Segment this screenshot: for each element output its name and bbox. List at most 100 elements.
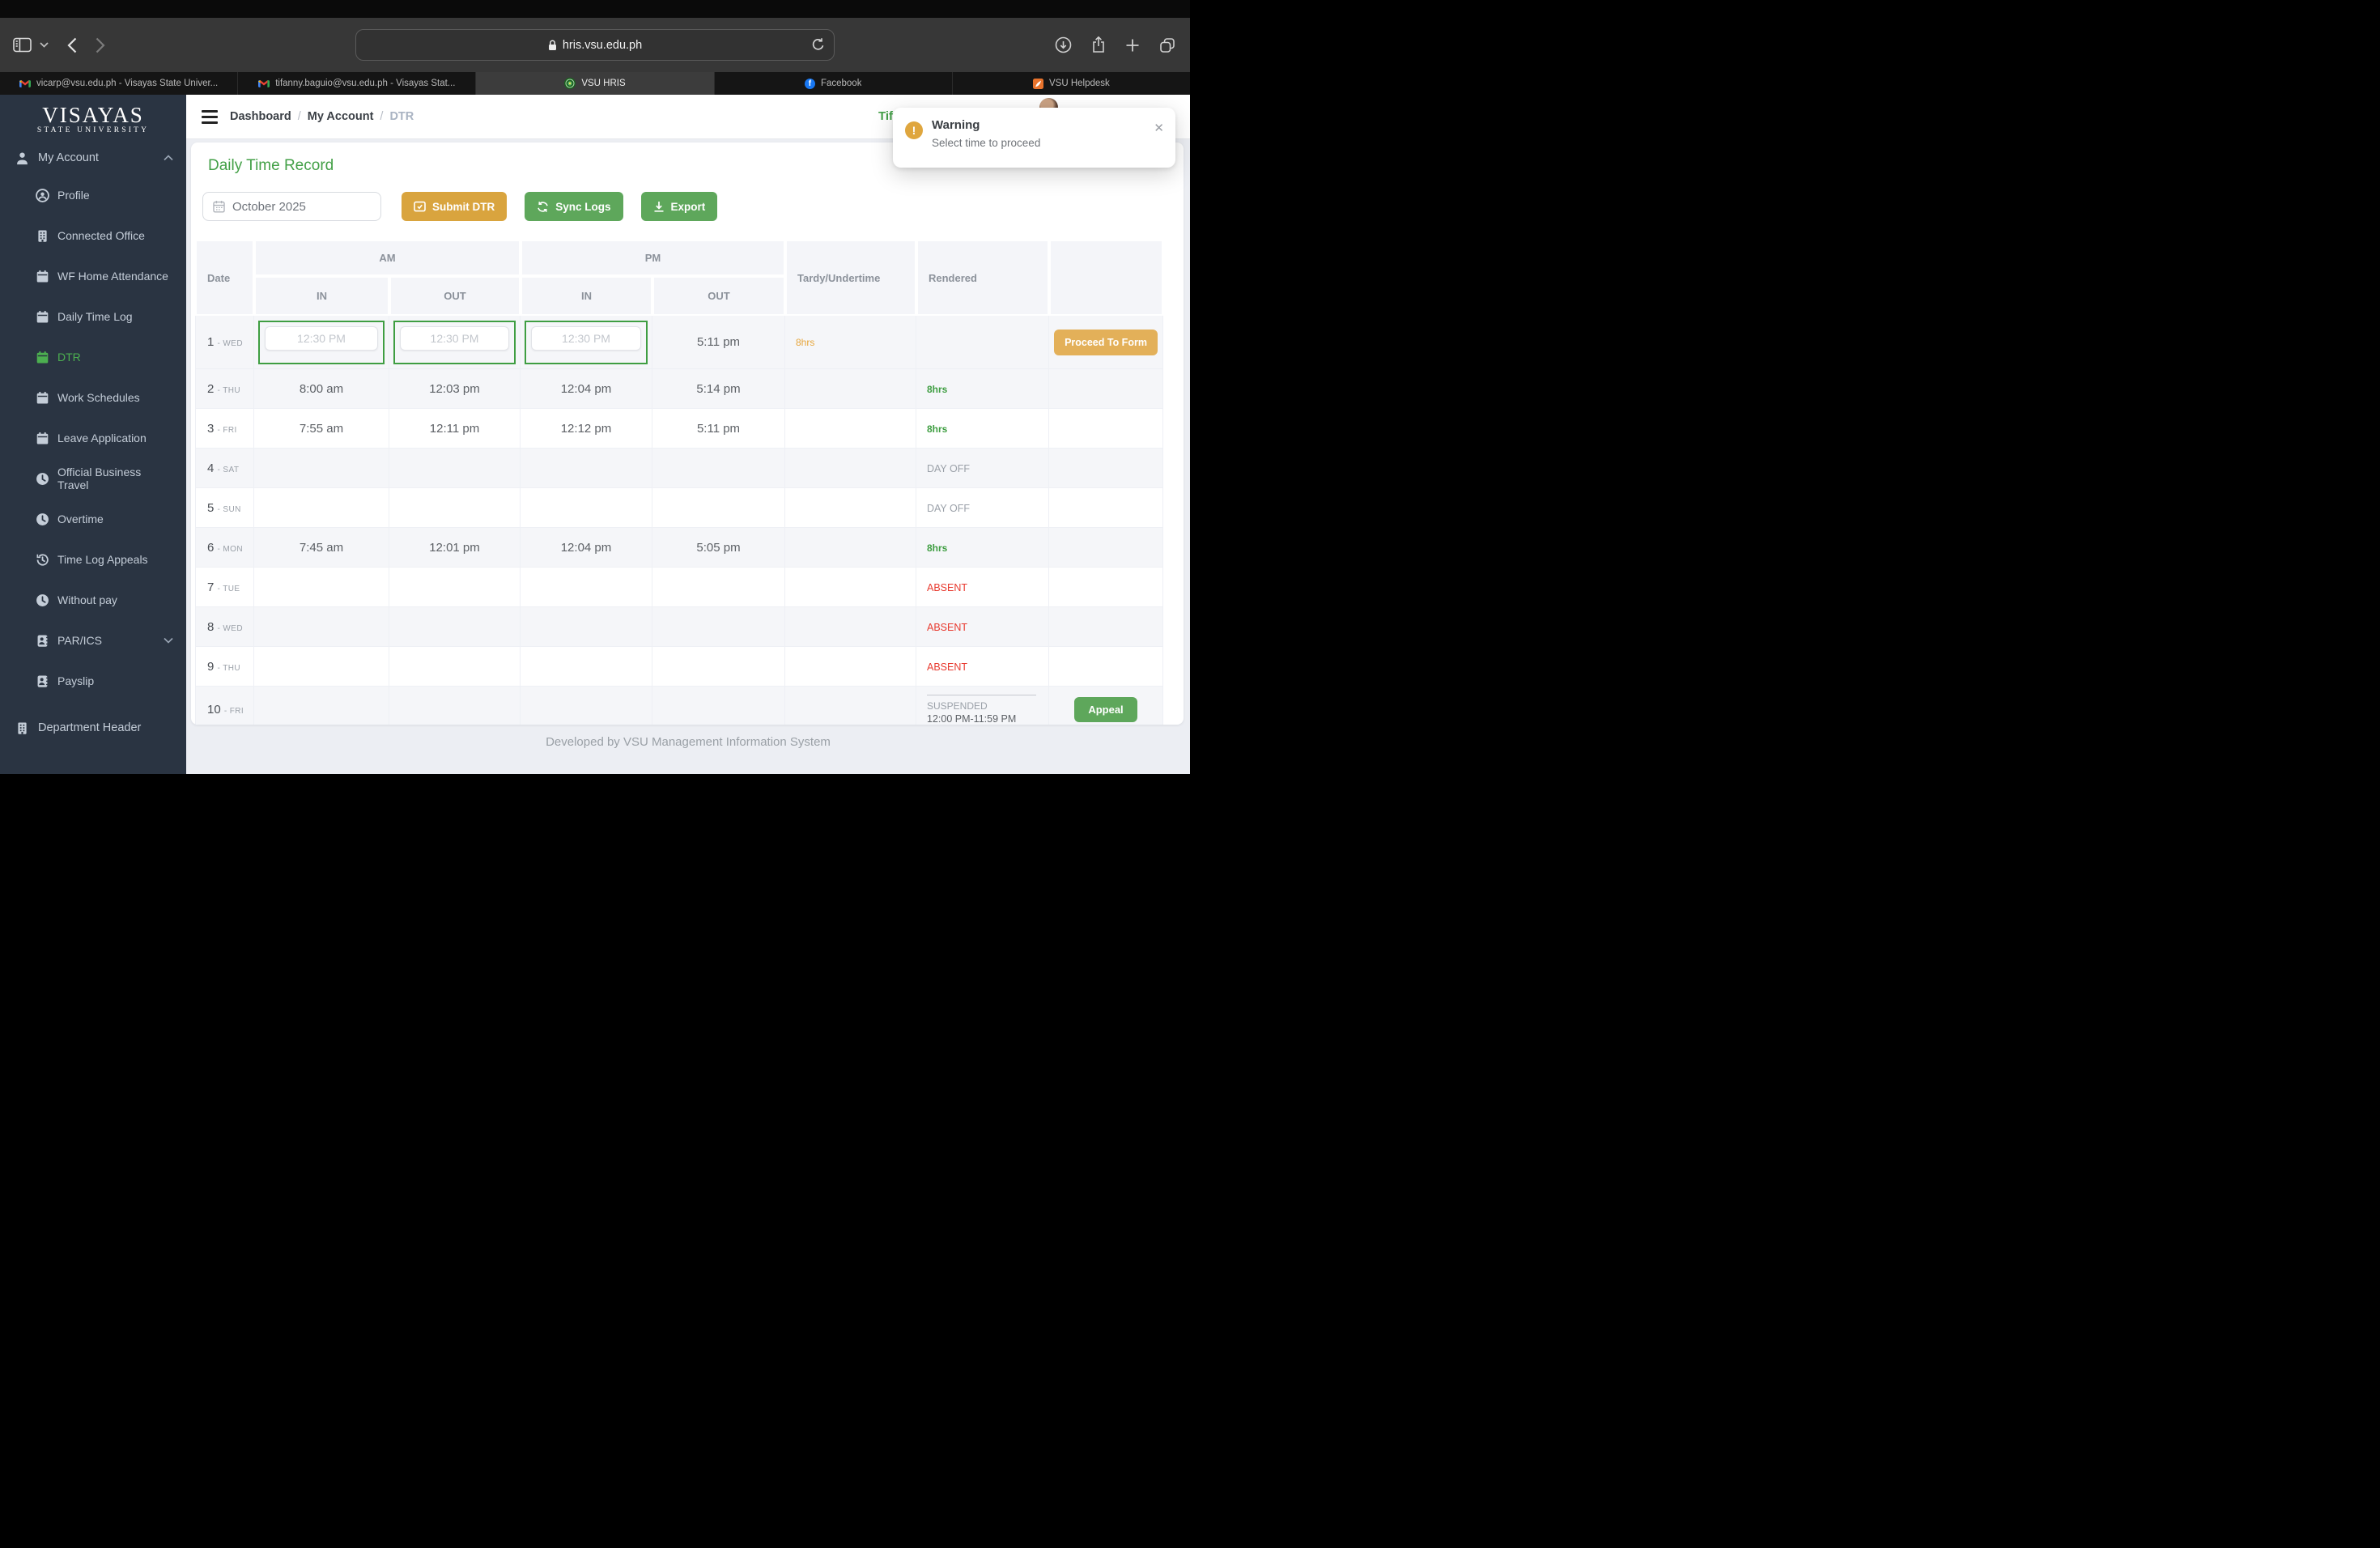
footer-credit: Developed by VSU Management Information … xyxy=(546,735,831,749)
sidebar-nav: My Account Profile Connected Office WF Home… xyxy=(0,141,186,745)
appeal-button[interactable]: Appeal xyxy=(1074,696,1137,722)
table-row-day-3: 3 - FRI 7:55 am 12:11 pm 12:12 pm 5:11 pm 8hr… xyxy=(195,409,1163,449)
action-cell xyxy=(1049,647,1163,687)
calendar-icon xyxy=(36,310,49,324)
browser-tab-2[interactable]: tifanny.baguio@vsu.edu.ph - Visayas Stat… xyxy=(237,72,475,95)
month-picker-value: October 2025 xyxy=(232,199,306,214)
date-cell: 7 - TUE xyxy=(195,568,254,607)
browser-tab-4[interactable]: f Facebook xyxy=(713,72,952,95)
rendered-cell: 8hrs xyxy=(916,528,1049,568)
tardy-value: 8hrs xyxy=(796,337,815,348)
dtr-table-wrap: Date AM PM Tardy/Undertime Rendered IN O… xyxy=(191,240,1184,725)
toast-close-icon[interactable]: ✕ xyxy=(1154,121,1164,135)
month-picker[interactable]: October 2025 xyxy=(202,192,381,221)
sidebar-item-connected-office[interactable]: Connected Office xyxy=(0,215,186,256)
date-cell: 6 - MON xyxy=(195,528,254,568)
tardy-cell xyxy=(785,607,916,647)
am-in-cell xyxy=(254,488,389,528)
share-icon[interactable] xyxy=(1091,36,1106,53)
new-tab-icon[interactable] xyxy=(1125,38,1140,53)
sidebar-item-par-ics[interactable]: PAR/ICS xyxy=(0,620,186,661)
back-button-icon[interactable] xyxy=(67,37,77,53)
sidebar-item-label: Time Log Appeals xyxy=(57,553,148,566)
tardy-cell xyxy=(785,528,916,568)
hamburger-menu-icon[interactable] xyxy=(202,109,218,124)
rendered-dayoff: DAY OFF xyxy=(927,462,971,474)
dtr-card: Daily Time Record October 2025 Submit DT… xyxy=(191,142,1184,725)
reload-icon[interactable] xyxy=(812,37,825,52)
browser-window: hris.vsu.edu.ph vicarp@vsu.edu.ph - Visa… xyxy=(0,0,1190,774)
sidebar-dropdown-chevron-icon[interactable] xyxy=(40,42,49,48)
am-in-cell xyxy=(254,647,389,687)
proceed-to-form-button[interactable]: Proceed To Form xyxy=(1054,329,1158,355)
date-cell: 2 - THU xyxy=(195,369,254,409)
sidebar-item-label: Daily Time Log xyxy=(57,310,133,323)
date-cell: 1 - WED xyxy=(195,316,254,369)
sidebar-item-overtime[interactable]: Overtime xyxy=(0,499,186,539)
tardy-cell: 8hrs xyxy=(785,316,916,369)
rendered-hours: 8hrs xyxy=(927,542,948,554)
sidebar-section-my-account[interactable]: My Account xyxy=(0,141,186,175)
rendered-cell: 8hrs xyxy=(916,409,1049,449)
sidebar-item-label: WF Home Attendance xyxy=(57,270,168,283)
action-cell: Appeal xyxy=(1049,687,1163,725)
tab-overview-icon[interactable] xyxy=(1159,37,1175,53)
sidebar-item-dtr[interactable]: DTR xyxy=(0,337,186,377)
export-button[interactable]: Export xyxy=(640,192,718,221)
sidebar-item-without-pay[interactable]: Without pay xyxy=(0,580,186,620)
am-out-cell xyxy=(389,647,521,687)
date-cell: 10 - FRI xyxy=(195,687,254,725)
address-bar[interactable]: hris.vsu.edu.ph xyxy=(355,29,835,61)
sidebar-item-payslip[interactable]: Payslip xyxy=(0,661,186,701)
logo-line2: STATE UNIVERSITY xyxy=(36,126,150,134)
sidebar-section-department-header[interactable]: Department Header xyxy=(0,711,186,745)
sidebar-item-daily-time-log[interactable]: Daily Time Log xyxy=(0,296,186,337)
sidebar-item-time-log-appeals[interactable]: Time Log Appeals xyxy=(0,539,186,580)
browser-tab-5[interactable]: VSU Helpdesk xyxy=(951,72,1190,95)
sidebar-item-official-business-travel[interactable]: Official Business Travel xyxy=(0,458,186,499)
pm-out-cell xyxy=(652,449,785,488)
rendered-cell: 8hrs xyxy=(916,369,1049,409)
time-input-am-in[interactable]: 12:30 PM xyxy=(265,325,378,351)
clock-icon xyxy=(36,512,49,526)
tardy-cell xyxy=(785,568,916,607)
time-input-pm-in[interactable]: 12:30 PM xyxy=(531,325,641,351)
date-cell: 5 - SUN xyxy=(195,488,254,528)
time-input-am-out[interactable]: 12:30 PM xyxy=(400,325,509,351)
lock-icon xyxy=(548,40,557,51)
browser-tab-3[interactable]: VSU HRIS xyxy=(475,72,714,95)
pm-in-cell: 12:04 pm xyxy=(521,369,652,409)
pm-out-cell xyxy=(652,607,785,647)
col-header-actions xyxy=(1049,240,1163,316)
am-in-cell xyxy=(254,449,389,488)
forward-button-icon[interactable] xyxy=(96,37,105,53)
tab-label: vicarp@vsu.edu.ph - Visayas State Univer… xyxy=(36,79,219,88)
dtr-table: Date AM PM Tardy/Undertime Rendered IN O… xyxy=(195,240,1163,725)
vsu-favicon-icon xyxy=(564,78,576,89)
editable-cell-am-out: 12:30 PM xyxy=(389,316,521,369)
submit-dtr-button[interactable]: Submit DTR xyxy=(402,192,508,221)
browser-tab-1[interactable]: vicarp@vsu.edu.ph - Visayas State Univer… xyxy=(0,72,237,95)
sidebar-item-work-schedules[interactable]: Work Schedules xyxy=(0,377,186,418)
sidebar-item-wf-home-attendance[interactable]: WF Home Attendance xyxy=(0,256,186,296)
rendered-cell xyxy=(916,316,1049,369)
table-row-day-5: 5 - SUN DAY OFF xyxy=(195,488,1163,528)
breadcrumb-my-account[interactable]: My Account xyxy=(308,110,374,123)
pm-out-cell: 5:05 pm xyxy=(652,528,785,568)
clock-icon xyxy=(36,472,49,486)
sidebar-item-profile[interactable]: Profile xyxy=(0,175,186,215)
sync-logs-button[interactable]: Sync Logs xyxy=(525,192,623,221)
pm-out-cell xyxy=(652,568,785,607)
calendar-icon xyxy=(36,391,49,405)
tab-label: tifanny.baguio@vsu.edu.ph - Visayas Stat… xyxy=(275,79,456,88)
warning-icon: ! xyxy=(905,121,923,139)
am-in-cell xyxy=(254,687,389,725)
breadcrumb-dashboard[interactable]: Dashboard xyxy=(230,110,291,123)
col-header-am-out: OUT xyxy=(389,276,521,316)
pm-out-cell xyxy=(652,687,785,725)
sidebar-item-leave-application[interactable]: Leave Application xyxy=(0,418,186,458)
main-area: Dashboard/My Account/DTR Tifann Daily Ti… xyxy=(186,95,1190,774)
downloads-icon[interactable] xyxy=(1055,36,1072,53)
sidebar-toggle-icon[interactable] xyxy=(13,37,32,53)
table-row-day-1: 1 - WED 12:30 PM 12:30 PM 12:30 PM 5:11 pm 8h… xyxy=(195,316,1163,369)
